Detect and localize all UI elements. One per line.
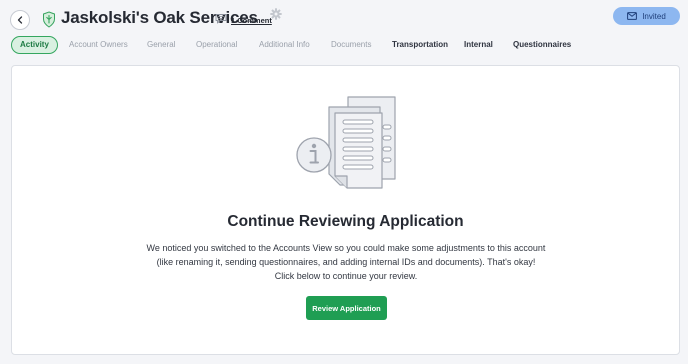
tab-general[interactable]: General xyxy=(147,36,175,54)
tab-transportation[interactable]: Transportation xyxy=(392,36,448,54)
invited-status-button[interactable]: Invited xyxy=(613,7,680,25)
tab-questionnaires[interactable]: Questionnaires xyxy=(513,36,571,54)
gear-icon[interactable] xyxy=(270,8,282,20)
comment-icon[interactable] xyxy=(215,13,227,24)
tab-account-owners[interactable]: Account Owners xyxy=(69,36,128,54)
review-application-button[interactable]: Review Application xyxy=(306,296,387,320)
tab-documents[interactable]: Documents xyxy=(331,36,371,54)
document-info-icon xyxy=(296,96,396,189)
comment-link[interactable]: 1 Comment xyxy=(231,16,272,25)
tab-internal[interactable]: Internal xyxy=(464,36,493,54)
tab-operational[interactable]: Operational xyxy=(196,36,237,54)
back-button[interactable] xyxy=(10,10,30,30)
envelope-icon xyxy=(627,12,638,20)
description-text: We noticed you switched to the Accounts … xyxy=(146,243,546,281)
shield-icon xyxy=(43,11,55,28)
review-prompt-card: Continue Reviewing Application We notice… xyxy=(11,65,680,355)
tab-activity[interactable]: Activity xyxy=(11,36,58,54)
invited-label: Invited xyxy=(642,11,666,21)
tab-additional-info[interactable]: Additional Info xyxy=(259,36,310,54)
page-title: Jaskolski's Oak Services xyxy=(61,8,258,27)
section-heading: Continue Reviewing Application xyxy=(227,213,464,230)
chevron-left-icon xyxy=(17,16,23,24)
